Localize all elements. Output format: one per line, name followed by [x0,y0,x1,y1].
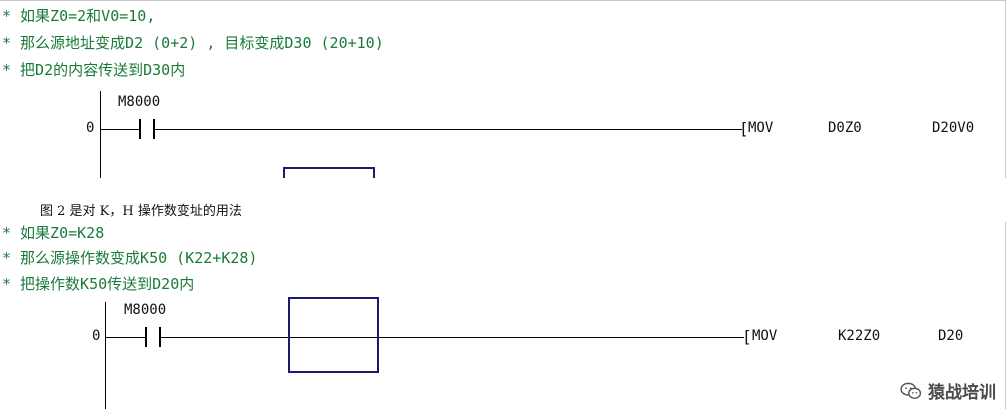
rung-wire [100,129,139,130]
left-power-rail [105,302,106,409]
instruction-name[interactable]: MOV [748,120,773,136]
contact-label: M8000 [118,94,161,110]
comment-line: * 把D2的内容传送到D30内 [2,61,186,79]
operand-destination[interactable]: D20V0 [932,120,974,136]
cursor-box [288,297,379,373]
operand-source[interactable]: D0Z0 [828,120,862,136]
comment-line: * 那么源地址变成D2 (0+2) , 目标变成D30 (20+10) [2,34,384,52]
cursor-box [283,167,375,178]
comment-line: * 如果Z0=2和V0=10, [2,7,156,25]
wechat-icon [900,382,922,399]
instruction-name[interactable]: MOV [752,328,777,344]
comment-line: * 如果Z0=K28 [2,224,105,242]
step-number: 0 [92,328,101,344]
comment-line: * 把操作数K50传送到D20内 [2,275,195,293]
contact-label: M8000 [124,302,167,318]
operand-destination[interactable]: D20 [938,328,963,344]
left-power-rail [100,91,101,178]
contact-bar-left[interactable] [139,119,141,139]
rung-wire [155,129,742,130]
comment-line: * 那么源操作数变成K50 (K22+K28) [2,249,258,267]
operand-source[interactable]: K22Z0 [838,328,880,344]
ladder-panel-2: * 如果Z0=K28 * 那么源操作数变成K50 (K22+K28) * 把操作… [0,222,1006,409]
instruction-bracket: [ [742,327,752,346]
rung-wire [161,337,744,338]
step-number: 0 [86,120,95,136]
rung-wire [105,337,145,338]
watermark-text: 猿战培训 [928,383,996,403]
figure-caption: 图 2 是对 K，H 操作数变址的用法 [40,204,242,219]
watermark: 猿战培训 [900,378,996,403]
contact-bar-left[interactable] [145,327,147,347]
ladder-panel-1: * 如果Z0=2和V0=10, * 那么源地址变成D2 (0+2) , 目标变成… [0,0,1006,178]
